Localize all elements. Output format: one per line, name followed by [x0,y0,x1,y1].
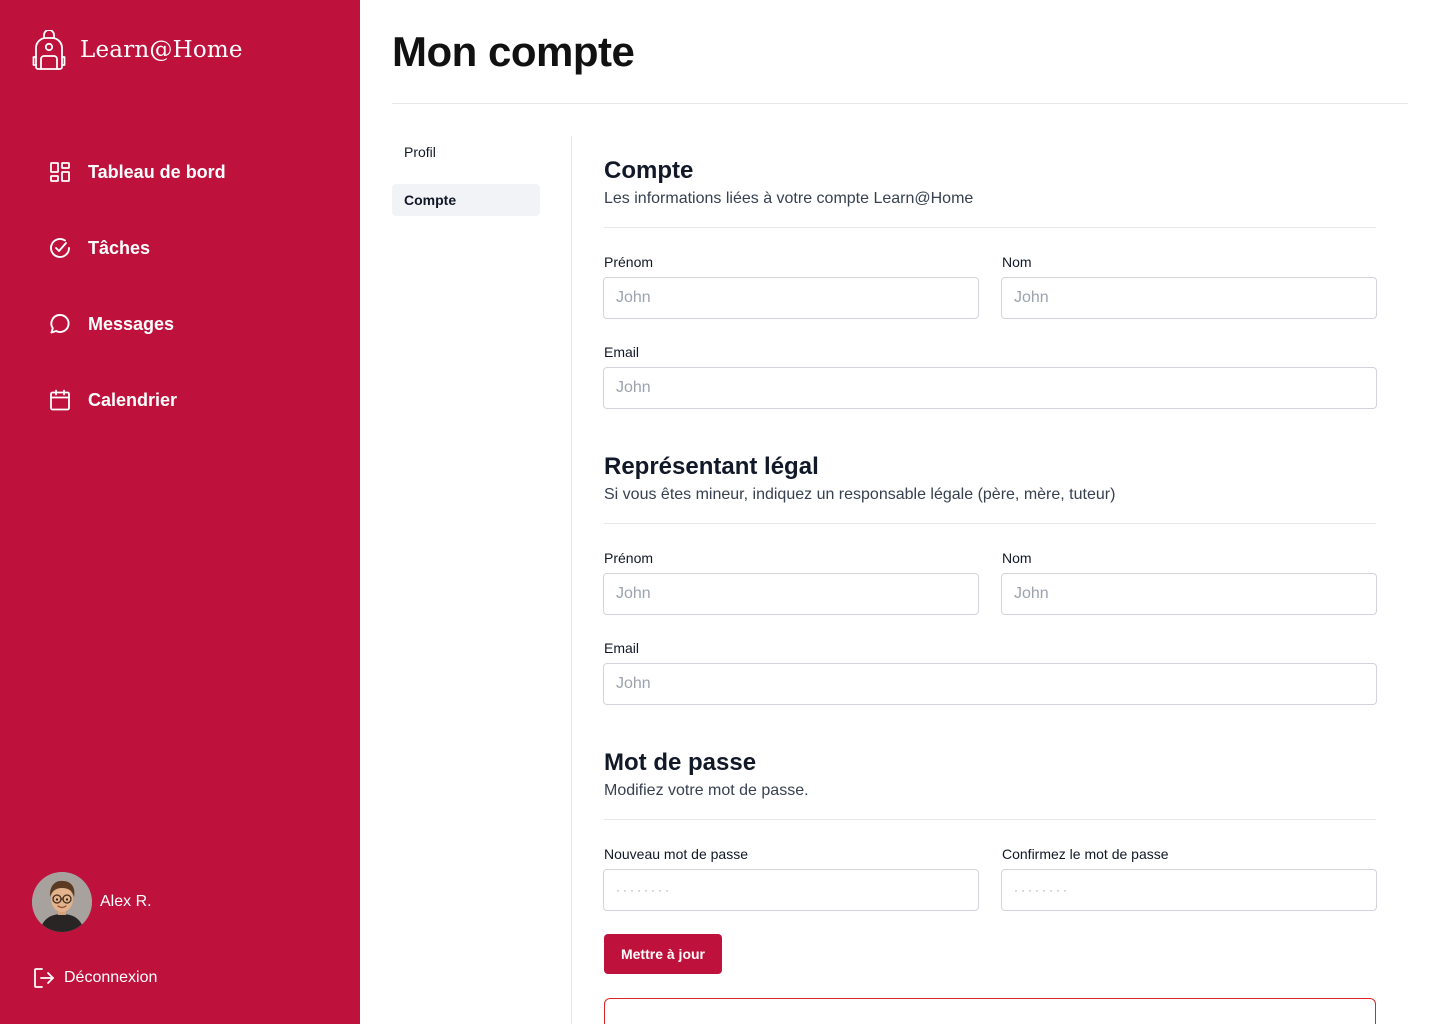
guardian-first-name-label: Prénom [604,550,654,566]
guardian-email-input[interactable] [603,663,1377,705]
last-name-input[interactable] [1001,277,1377,319]
brand-name: Learn@Home [80,37,243,63]
user-name: Alex R. [100,893,152,910]
guardian-section-header: Représentant légal Si vous êtes mineur, … [604,452,1376,506]
brand[interactable]: Learn@Home [32,30,243,70]
divider [604,819,1376,820]
update-button[interactable]: Mettre à jour [604,934,722,974]
logout-label: Déconnexion [64,969,158,986]
sidebar: Learn@Home Tableau de bord Tâches Messag… [0,0,360,1024]
password-section-header: Mot de passe Modifiez votre mot de passe… [604,748,1376,802]
section-title: Compte [604,157,694,184]
last-name-label: Nom [1002,254,1032,270]
sidebar-item-label: Calendrier [88,389,178,410]
dashboard-icon [48,160,72,184]
new-password-label: Nouveau mot de passe [604,846,748,862]
section-title: Mot de passe [604,749,757,776]
danger-zone-panel [604,998,1376,1024]
guardian-last-name-label: Nom [1002,550,1032,566]
section-description: Si vous êtes mineur, indiquez un respons… [604,486,1116,503]
subnav-item-profile[interactable]: Profil [392,136,540,168]
confirm-password-input[interactable] [1001,869,1377,911]
sidebar-item-dashboard[interactable]: Tableau de bord [48,158,226,186]
confirm-password-label: Confirmez le mot de passe [1002,846,1169,862]
guardian-first-name-input[interactable] [603,573,979,615]
divider [604,227,1376,228]
divider [392,103,1408,104]
first-name-label: Prénom [604,254,654,270]
calendar-icon [48,388,72,412]
subnav-item-account[interactable]: Compte [392,184,540,216]
logout-icon [34,968,54,988]
check-circle-icon [48,236,72,260]
user-profile[interactable]: Alex R. [32,872,152,932]
sidebar-item-label: Tableau de bord [88,161,226,182]
sidebar-item-label: Tâches [88,237,151,258]
sidebar-item-messages[interactable]: Messages [48,310,226,338]
email-input[interactable] [603,367,1377,409]
first-name-input[interactable] [603,277,979,319]
logout-button[interactable]: Déconnexion [32,966,157,990]
sidebar-nav: Tableau de bord Tâches Messages Calendri… [48,158,226,462]
page-title: Mon compte [392,28,635,75]
email-label: Email [604,344,640,360]
account-section-header: Compte Les informations liées à votre co… [604,156,1376,210]
section-description: Les informations liées à votre compte Le… [604,190,974,207]
sidebar-item-tasks[interactable]: Tâches [48,234,226,262]
sidebar-item-label: Messages [88,313,175,334]
divider [571,136,572,1024]
guardian-email-label: Email [604,640,640,656]
sidebar-item-calendar[interactable]: Calendrier [48,386,226,414]
backpack-icon [32,30,66,70]
guardian-last-name-input[interactable] [1001,573,1377,615]
settings-subnav: Profil Compte [392,136,540,232]
section-description: Modifiez votre mot de passe. [604,782,809,799]
chat-bubble-icon [48,312,72,336]
section-title: Représentant légal [604,453,819,480]
new-password-input[interactable] [603,869,979,911]
avatar [32,872,92,932]
divider [604,523,1376,524]
